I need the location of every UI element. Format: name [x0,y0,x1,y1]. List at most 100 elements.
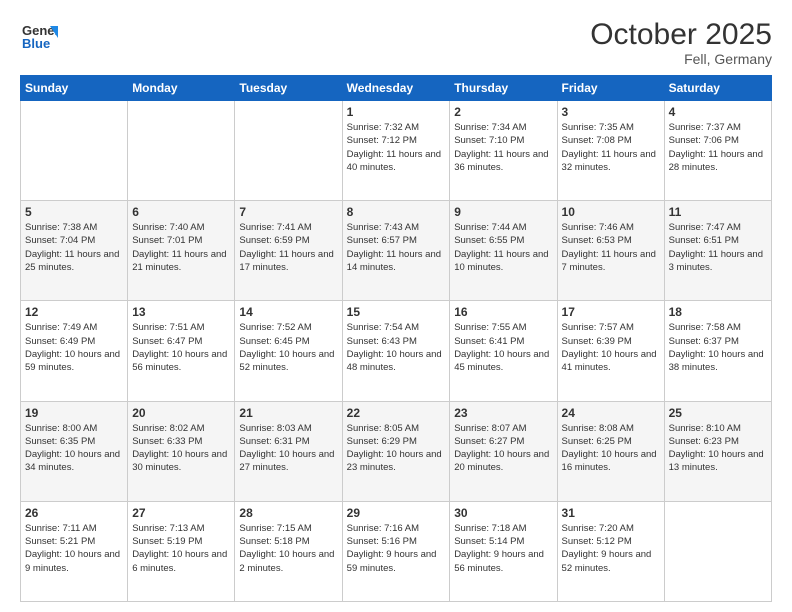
day-number: 11 [669,205,767,219]
calendar-week-row: 26Sunrise: 7:11 AM Sunset: 5:21 PM Dayli… [21,501,772,601]
calendar-cell: 7Sunrise: 7:41 AM Sunset: 6:59 PM Daylig… [235,201,342,301]
calendar-cell: 4 Sunrise: 7:37 AM Sunset: 7:06 PM Daylig… [664,101,771,201]
day-info: Sunrise: 7:18 AM Sunset: 5:14 PM Dayligh… [454,522,552,575]
day-number: 14 [239,305,337,319]
day-info: Sunrise: 7:58 AM Sunset: 6:37 PM Dayligh… [669,321,767,374]
day-info: Sunrise: 7:15 AM Sunset: 5:18 PM Dayligh… [239,522,337,575]
day-number: 23 [454,406,552,420]
day-info: Sunrise: 8:10 AM Sunset: 6:23 PM Dayligh… [669,422,767,475]
calendar-cell: 1 Sunrise: 7:32 AM Sunset: 7:12 PM Daylig… [342,101,450,201]
day-number: 31 [562,506,660,520]
svg-text:Blue: Blue [22,36,50,51]
day-info: Sunrise: 7:55 AM Sunset: 6:41 PM Dayligh… [454,321,552,374]
calendar-cell: 3 Sunrise: 7:35 AM Sunset: 7:08 PM Daylig… [557,101,664,201]
day-number: 29 [347,506,446,520]
header-saturday: Saturday [664,76,771,101]
day-number: 18 [669,305,767,319]
calendar-cell: 5 Sunrise: 7:38 AM Sunset: 7:04 PM Daylig… [21,201,128,301]
calendar-week-row: 5 Sunrise: 7:38 AM Sunset: 7:04 PM Daylig… [21,201,772,301]
day-info: Sunrise: 7:32 AM Sunset: 7:12 PM Dayligh… [347,121,446,174]
day-number: 16 [454,305,552,319]
day-info: Sunrise: 8:08 AM Sunset: 6:25 PM Dayligh… [562,422,660,475]
calendar-week-row: 19 Sunrise: 8:00 AM Sunset: 6:35 PM Dayli… [21,401,772,501]
day-info: Sunrise: 7:51 AM Sunset: 6:47 PM Dayligh… [132,321,230,374]
day-info: Sunrise: 7:13 AM Sunset: 5:19 PM Dayligh… [132,522,230,575]
day-number: 25 [669,406,767,420]
day-number: 6 [132,205,230,219]
day-number: 13 [132,305,230,319]
day-number: 12 [25,305,123,319]
day-number: 19 [25,406,123,420]
calendar-cell: 19 Sunrise: 8:00 AM Sunset: 6:35 PM Dayli… [21,401,128,501]
header-monday: Monday [128,76,235,101]
day-info: Sunrise: 7:41 AM Sunset: 6:59 PM Dayligh… [239,221,337,274]
day-number: 21 [239,406,337,420]
day-info: Sunrise: 7:38 AM Sunset: 7:04 PM Dayligh… [25,221,123,274]
calendar-cell: 25 Sunrise: 8:10 AM Sunset: 6:23 PM Dayli… [664,401,771,501]
day-info: Sunrise: 7:44 AM Sunset: 6:55 PM Dayligh… [454,221,552,274]
header-tuesday: Tuesday [235,76,342,101]
calendar-table: Sunday Monday Tuesday Wednesday Thursday… [20,75,772,602]
day-number: 1 [347,105,446,119]
header-sunday: Sunday [21,76,128,101]
calendar-cell [21,101,128,201]
day-number: 20 [132,406,230,420]
calendar-cell: 15 Sunrise: 7:54 AM Sunset: 6:43 PM Dayli… [342,301,450,401]
day-number: 28 [239,506,337,520]
day-number: 15 [347,305,446,319]
day-info: Sunrise: 7:46 AM Sunset: 6:53 PM Dayligh… [562,221,660,274]
day-info: Sunrise: 7:20 AM Sunset: 5:12 PM Dayligh… [562,522,660,575]
day-number: 17 [562,305,660,319]
day-info: Sunrise: 7:49 AM Sunset: 6:49 PM Dayligh… [25,321,123,374]
day-info: Sunrise: 7:40 AM Sunset: 7:01 PM Dayligh… [132,221,230,274]
calendar-cell: 13 Sunrise: 7:51 AM Sunset: 6:47 PM Dayli… [128,301,235,401]
day-info: Sunrise: 7:34 AM Sunset: 7:10 PM Dayligh… [454,121,552,174]
logo: General Blue [20,18,58,56]
day-info: Sunrise: 8:05 AM Sunset: 6:29 PM Dayligh… [347,422,446,475]
day-info: Sunrise: 7:11 AM Sunset: 5:21 PM Dayligh… [25,522,123,575]
calendar-week-row: 1 Sunrise: 7:32 AM Sunset: 7:12 PM Daylig… [21,101,772,201]
day-info: Sunrise: 7:57 AM Sunset: 6:39 PM Dayligh… [562,321,660,374]
calendar-cell: 29 Sunrise: 7:16 AM Sunset: 5:16 PM Dayli… [342,501,450,601]
calendar-cell: 6 Sunrise: 7:40 AM Sunset: 7:01 PM Daylig… [128,201,235,301]
calendar-cell: 26Sunrise: 7:11 AM Sunset: 5:21 PM Dayli… [21,501,128,601]
calendar-cell: 17 Sunrise: 7:57 AM Sunset: 6:39 PM Dayli… [557,301,664,401]
day-info: Sunrise: 7:47 AM Sunset: 6:51 PM Dayligh… [669,221,767,274]
header-wednesday: Wednesday [342,76,450,101]
calendar-cell: 10 Sunrise: 7:46 AM Sunset: 6:53 PM Dayli… [557,201,664,301]
day-number: 2 [454,105,552,119]
calendar-page: General Blue October 2025 Fell, Germany … [0,0,792,612]
month-title: October 2025 [590,18,772,51]
day-info: Sunrise: 8:03 AM Sunset: 6:31 PM Dayligh… [239,422,337,475]
weekday-header-row: Sunday Monday Tuesday Wednesday Thursday… [21,76,772,101]
calendar-cell: 21 Sunrise: 8:03 AM Sunset: 6:31 PM Dayli… [235,401,342,501]
day-number: 10 [562,205,660,219]
day-info: Sunrise: 8:02 AM Sunset: 6:33 PM Dayligh… [132,422,230,475]
calendar-cell: 22 Sunrise: 8:05 AM Sunset: 6:29 PM Dayli… [342,401,450,501]
day-info: Sunrise: 8:07 AM Sunset: 6:27 PM Dayligh… [454,422,552,475]
calendar-cell: 14 Sunrise: 7:52 AM Sunset: 6:45 PM Dayli… [235,301,342,401]
day-info: Sunrise: 7:43 AM Sunset: 6:57 PM Dayligh… [347,221,446,274]
day-number: 3 [562,105,660,119]
day-info: Sunrise: 7:16 AM Sunset: 5:16 PM Dayligh… [347,522,446,575]
day-info: Sunrise: 7:35 AM Sunset: 7:08 PM Dayligh… [562,121,660,174]
calendar-cell: 24Sunrise: 8:08 AM Sunset: 6:25 PM Dayli… [557,401,664,501]
calendar-cell: 31 Sunrise: 7:20 AM Sunset: 5:12 PM Dayli… [557,501,664,601]
day-info: Sunrise: 8:00 AM Sunset: 6:35 PM Dayligh… [25,422,123,475]
calendar-cell: 20 Sunrise: 8:02 AM Sunset: 6:33 PM Dayli… [128,401,235,501]
title-block: October 2025 Fell, Germany [590,18,772,67]
day-info: Sunrise: 7:37 AM Sunset: 7:06 PM Dayligh… [669,121,767,174]
day-number: 4 [669,105,767,119]
day-number: 22 [347,406,446,420]
day-info: Sunrise: 7:52 AM Sunset: 6:45 PM Dayligh… [239,321,337,374]
header: General Blue October 2025 Fell, Germany [20,18,772,67]
calendar-cell: 27Sunrise: 7:13 AM Sunset: 5:19 PM Dayli… [128,501,235,601]
calendar-cell: 16 Sunrise: 7:55 AM Sunset: 6:41 PM Dayli… [450,301,557,401]
header-thursday: Thursday [450,76,557,101]
calendar-cell: 18 Sunrise: 7:58 AM Sunset: 6:37 PM Dayli… [664,301,771,401]
day-number: 30 [454,506,552,520]
calendar-cell: 30 Sunrise: 7:18 AM Sunset: 5:14 PM Dayli… [450,501,557,601]
day-number: 5 [25,205,123,219]
calendar-cell [664,501,771,601]
day-info: Sunrise: 7:54 AM Sunset: 6:43 PM Dayligh… [347,321,446,374]
